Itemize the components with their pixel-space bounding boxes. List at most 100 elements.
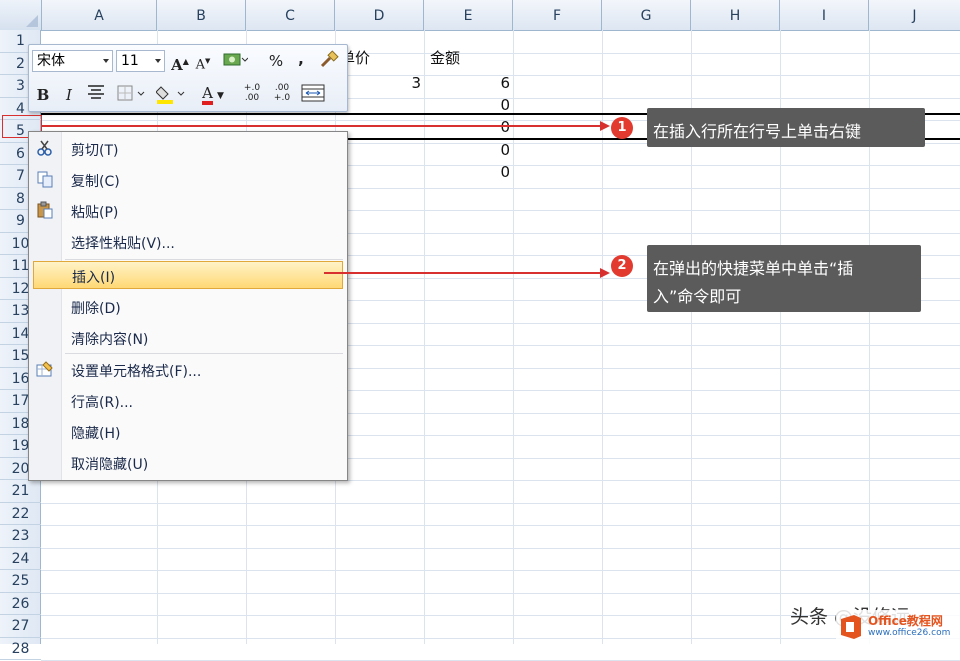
- menu-item-format-cells[interactable]: 设置单元格格式(F)...: [29, 355, 347, 385]
- site-name: Office教程网: [868, 612, 943, 629]
- arrow-head-icon: [600, 121, 610, 131]
- currency-format-button[interactable]: [221, 50, 249, 72]
- increase-decimal-button[interactable]: +.0 .00: [239, 83, 265, 105]
- menu-item-label: 设置单元格格式(F)...: [71, 361, 201, 381]
- menu-item-clear-contents[interactable]: 清除内容(N): [29, 323, 347, 353]
- menu-item-label: 复制(C): [71, 171, 120, 191]
- format-cells-icon: [35, 360, 55, 380]
- menu-separator: [65, 353, 343, 354]
- align-center-icon: [87, 84, 105, 100]
- font-size-select[interactable]: 11: [116, 50, 165, 72]
- center-align-button[interactable]: [85, 84, 107, 106]
- row-gridline: [41, 503, 960, 504]
- row-header-23[interactable]: 23: [0, 525, 41, 548]
- merge-cells-icon: [301, 84, 325, 102]
- column-header-a[interactable]: A: [42, 0, 157, 30]
- menu-item-label: 剪切(T): [71, 140, 118, 160]
- row-header-27[interactable]: 27: [0, 615, 41, 638]
- site-logo-watermark: Office教程网 www.office26.com: [836, 610, 960, 644]
- column-header-d[interactable]: D: [335, 0, 424, 30]
- menu-item-copy[interactable]: 复制(C): [29, 165, 347, 195]
- column-header-j[interactable]: J: [869, 0, 960, 30]
- callout-text-2-line2: 入”命令即可: [653, 283, 741, 307]
- cell-e6[interactable]: 0: [424, 139, 510, 162]
- font-name-value: 宋体: [37, 53, 65, 69]
- column-header-i[interactable]: I: [780, 0, 869, 30]
- fill-color-button[interactable]: [155, 84, 187, 106]
- grow-font-icon: A: [171, 56, 183, 74]
- font-color-icon: A: [202, 85, 213, 105]
- border-icon: [116, 84, 146, 102]
- scissors-icon: [35, 139, 55, 159]
- shrink-font-button[interactable]: A▼: [193, 50, 213, 72]
- column-header-b[interactable]: B: [157, 0, 246, 30]
- site-url: www.office26.com: [868, 628, 950, 638]
- menu-item-label: 选择性粘贴(V)...: [71, 233, 175, 253]
- column-header-h[interactable]: H: [691, 0, 780, 30]
- menu-item-delete[interactable]: 删除(D): [29, 292, 347, 322]
- merge-center-button[interactable]: [299, 84, 327, 106]
- row-gridline: [41, 638, 960, 639]
- callout-box-1: 在插入行所在行号上单击右键: [647, 108, 925, 147]
- font-name-select[interactable]: 宋体: [32, 50, 113, 72]
- menu-item-paste[interactable]: 粘贴(P): [29, 196, 347, 226]
- menu-item-label: 清除内容(N): [71, 329, 148, 349]
- row-header-28[interactable]: 28: [0, 638, 41, 661]
- column-gridline: [513, 30, 514, 644]
- arrow-head-icon: [600, 268, 610, 278]
- grow-font-button[interactable]: A▲: [169, 50, 191, 72]
- row-gridline: [41, 593, 960, 594]
- comma-style-button[interactable]: ,: [293, 48, 309, 70]
- menu-item-insert[interactable]: 插入(I): [33, 261, 343, 289]
- row-header-21[interactable]: 21: [0, 480, 41, 503]
- cell-e3[interactable]: 6: [424, 72, 510, 95]
- callout-number-2: 2: [611, 255, 633, 277]
- cell-e4[interactable]: 0: [424, 94, 510, 117]
- borders-button[interactable]: [115, 84, 147, 106]
- format-painter-button[interactable]: [317, 50, 341, 72]
- cell-e2[interactable]: 金额: [430, 47, 460, 70]
- column-header-f[interactable]: F: [513, 0, 602, 30]
- menu-item-paste-special[interactable]: 选择性粘贴(V)...: [29, 227, 347, 257]
- fill-bucket-icon: [156, 84, 186, 104]
- row-gridline: [41, 525, 960, 526]
- row-gridline: [41, 570, 960, 571]
- callout-box-2: 在弹出的快捷菜单中单击“插 入”命令即可: [647, 245, 921, 312]
- menu-separator: [65, 259, 343, 260]
- column-header-g[interactable]: G: [602, 0, 691, 30]
- annotation-arrow-2: [324, 272, 602, 274]
- column-header-e[interactable]: E: [424, 0, 513, 30]
- menu-item-row-height[interactable]: 行高(R)...: [29, 386, 347, 416]
- menu-item-label: 删除(D): [71, 298, 121, 318]
- callout-text-2-line1: 在弹出的快捷菜单中单击“插: [653, 255, 853, 279]
- menu-item-unhide[interactable]: 取消隐藏(U): [29, 448, 347, 478]
- menu-item-label: 行高(R)...: [71, 392, 133, 412]
- context-menu: 剪切(T) 复制(C) 粘贴(P) 选择性粘贴(V)... 插入(I) 删除(D…: [28, 131, 348, 481]
- row-header-25[interactable]: 25: [0, 570, 41, 593]
- bold-button[interactable]: B: [32, 84, 54, 106]
- menu-item-label: 粘贴(P): [71, 202, 118, 222]
- cell-e7[interactable]: 0: [424, 161, 510, 184]
- callout-number-1: 1: [611, 117, 633, 139]
- decrease-decimal-button[interactable]: .00 +.0: [269, 83, 295, 105]
- font-size-value: 11: [121, 53, 139, 69]
- cell-e5[interactable]: 0: [424, 116, 510, 139]
- annotation-arrow-1: [42, 125, 602, 127]
- row-gridline: [41, 548, 960, 549]
- row-header-24[interactable]: 24: [0, 548, 41, 571]
- row-header-26[interactable]: 26: [0, 593, 41, 616]
- menu-item-cut[interactable]: 剪切(T): [29, 134, 347, 164]
- select-all-corner[interactable]: [0, 0, 42, 30]
- font-color-button[interactable]: A▼: [197, 82, 229, 104]
- italic-button[interactable]: I: [58, 84, 80, 106]
- callout-text-1: 在插入行所在行号上单击右键: [653, 118, 861, 142]
- mini-toolbar: 宋体 11 A▲ A▼ % , B I A▼ +.0 .00 .00 +.0: [28, 44, 348, 112]
- copy-icon: [35, 170, 55, 190]
- menu-item-label: 隐藏(H): [71, 423, 120, 443]
- menu-item-label: 插入(I): [72, 267, 115, 287]
- percent-button[interactable]: %: [265, 50, 287, 72]
- paste-icon: [35, 201, 55, 221]
- row-header-22[interactable]: 22: [0, 503, 41, 526]
- menu-item-hide[interactable]: 隐藏(H): [29, 417, 347, 447]
- column-header-c[interactable]: C: [246, 0, 335, 30]
